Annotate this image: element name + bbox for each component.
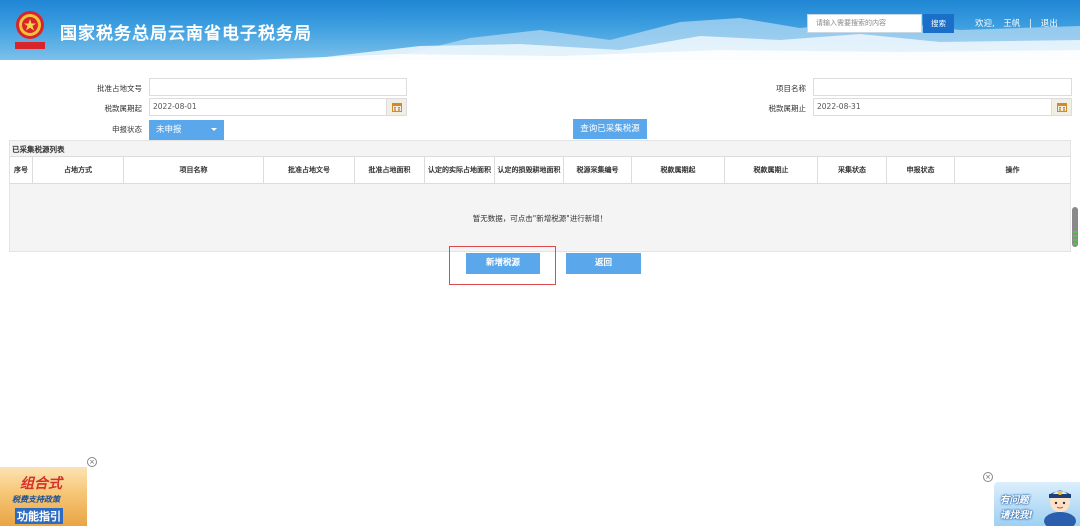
chevron-down-icon — [211, 128, 217, 131]
welcome-text: 欢迎, — [975, 19, 995, 29]
header-separator: | — [1029, 19, 1032, 29]
tax-emblem-icon — [15, 11, 45, 49]
column-header: 批准占地文号 — [264, 157, 355, 183]
column-header: 税源采集编号 — [564, 157, 632, 183]
scrollbar[interactable] — [1072, 207, 1078, 247]
close-icon[interactable]: × — [87, 457, 97, 467]
back-button[interactable]: 返回 — [566, 253, 641, 274]
promo-left-line2: 税费支持政策 — [12, 495, 60, 504]
search-button[interactable]: 搜索 — [923, 14, 954, 33]
project-name-label: 项目名称 — [776, 84, 806, 93]
period-start-value: 2022-08-01 — [153, 102, 197, 111]
status-select-value: 未申报 — [156, 125, 182, 135]
column-header: 序号 — [10, 157, 33, 183]
query-collected-button[interactable]: 查询已采集税源 — [573, 119, 647, 139]
user-area: 欢迎, 王帆 | 退出 — [975, 17, 1064, 29]
policy-guide-promo[interactable]: 组合式 税费支持政策 功能指引 — [0, 467, 87, 526]
header-banner: 国家税务总局云南省电子税务局 请输入需要搜索的内容 搜索 欢迎, 王帆 | 退出 — [0, 0, 1080, 60]
period-start-input[interactable]: 2022-08-01 — [149, 98, 407, 116]
calendar-button-start[interactable] — [386, 99, 406, 115]
column-header: 占地方式 — [33, 157, 124, 183]
logout-link[interactable]: 退出 — [1041, 19, 1058, 29]
close-icon[interactable]: × — [983, 472, 993, 482]
column-header: 税款属期止 — [725, 157, 818, 183]
table-header: 序号 占地方式 项目名称 批准占地文号 批准占地面积 认定的实际占地面积 认定的… — [10, 156, 1070, 184]
column-header: 采集状态 — [818, 157, 887, 183]
period-end-input[interactable]: 2022-08-31 — [813, 98, 1072, 116]
search-input[interactable]: 请输入需要搜索的内容 — [807, 14, 922, 33]
status-label: 申报状态 — [112, 125, 142, 134]
calendar-icon — [1057, 103, 1067, 112]
promo-left-line1: 组合式 — [20, 476, 62, 492]
table-title: 已采集税源列表 — [12, 145, 65, 154]
column-header: 项目名称 — [124, 157, 264, 183]
period-end-label: 税款属期止 — [768, 104, 807, 113]
promo-right-line2: 请找我! — [1000, 510, 1033, 521]
project-name-input[interactable] — [813, 78, 1072, 96]
user-name[interactable]: 王帆 — [1003, 19, 1020, 29]
help-assistant-promo[interactable]: 有问题 请找我! — [994, 482, 1080, 526]
period-end-value: 2022-08-31 — [817, 102, 861, 111]
collected-source-panel: 已采集税源列表 序号 占地方式 项目名称 批准占地文号 批准占地面积 认定的实际… — [9, 140, 1071, 252]
empty-table-message: 暂无数据，可点击"新增税源"进行新增！ — [472, 214, 608, 223]
promo-right-line1: 有问题 — [1000, 495, 1029, 506]
column-header: 申报状态 — [887, 157, 955, 183]
approval-doc-label: 批准占地文号 — [97, 84, 142, 93]
column-header: 税款属期起 — [632, 157, 725, 183]
column-header: 操作 — [1005, 166, 1020, 174]
approval-doc-input[interactable] — [149, 78, 407, 96]
calendar-icon — [392, 103, 402, 112]
assistant-mascot-icon — [1044, 490, 1076, 526]
column-header: 认定的损毁耕地面积 — [495, 157, 564, 183]
add-source-button[interactable]: 新增税源 — [466, 253, 540, 274]
calendar-button-end[interactable] — [1051, 99, 1071, 115]
status-select[interactable]: 未申报 — [149, 120, 224, 140]
period-start-label: 税款属期起 — [104, 104, 143, 113]
column-header: 批准占地面积 — [355, 157, 425, 183]
promo-left-line3: 功能指引 — [15, 508, 63, 524]
column-header: 认定的实际占地面积 — [425, 157, 495, 183]
site-title: 国家税务总局云南省电子税务局 — [60, 24, 312, 44]
